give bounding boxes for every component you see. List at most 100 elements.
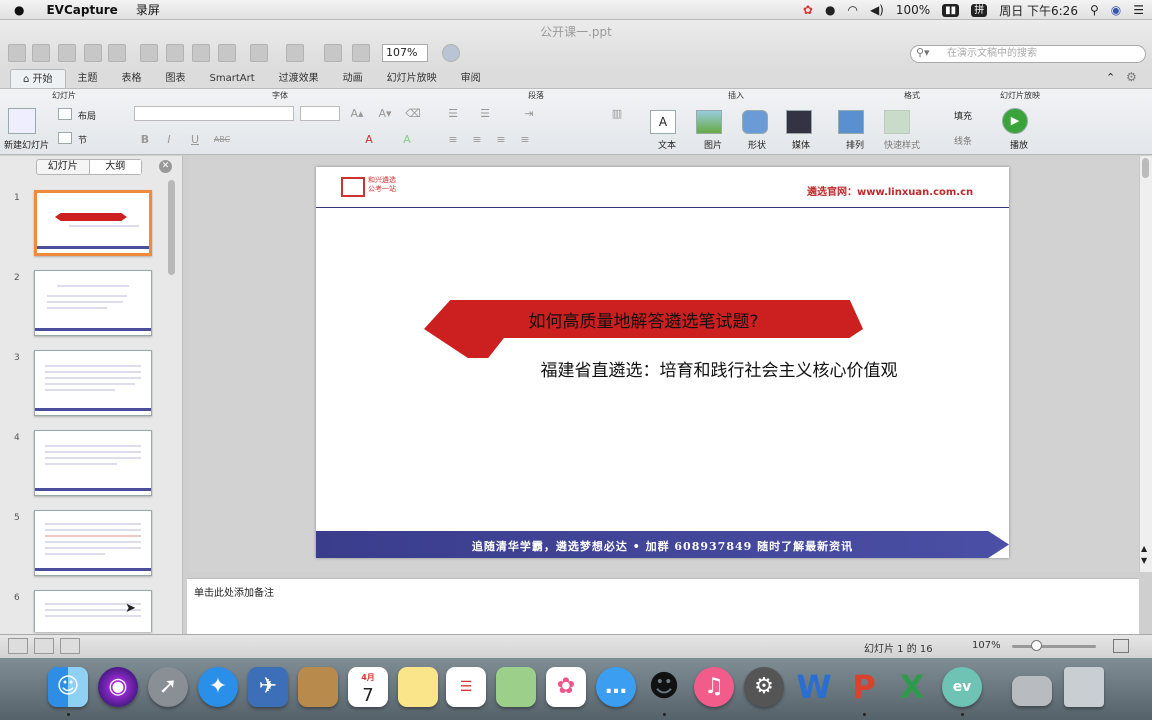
app-name-menu[interactable]: EVCapture <box>46 3 117 17</box>
gallery-icon[interactable] <box>352 44 370 62</box>
notes-app-icon[interactable] <box>298 667 338 707</box>
photo-app-icon[interactable]: ✈ <box>248 667 288 707</box>
italic-button[interactable]: I <box>160 132 178 147</box>
numbering-icon[interactable]: ☰ <box>476 106 494 121</box>
strikethrough-button[interactable]: ABC <box>210 132 234 147</box>
new-slide-icon[interactable] <box>8 108 36 134</box>
ribbon-settings-icon[interactable]: ⚙ <box>1126 70 1137 84</box>
photos-icon[interactable]: ✿ <box>546 667 586 707</box>
slide-thumbnail-5[interactable] <box>34 510 152 576</box>
play-icon[interactable]: ▶ <box>1002 108 1028 134</box>
font-size-select[interactable] <box>300 106 340 121</box>
indent-icon[interactable]: ⇥ <box>520 106 538 121</box>
zoom-select[interactable]: 107% <box>382 44 428 62</box>
picture-button[interactable]: 图片 <box>704 138 722 151</box>
word-icon[interactable]: W <box>794 667 834 707</box>
play-button[interactable]: 播放 <box>1010 138 1028 151</box>
text-box-icon[interactable]: A <box>650 110 676 134</box>
font-name-select[interactable] <box>134 106 294 121</box>
arrange-button[interactable]: 排列 <box>846 138 864 151</box>
search-input[interactable]: 在演示文稿中的搜索 <box>910 45 1146 63</box>
list-icon[interactable]: ☰ <box>1133 3 1144 17</box>
template-icon[interactable] <box>32 44 50 62</box>
clear-format-icon[interactable]: ⌫ <box>404 106 422 121</box>
input-method-icon[interactable]: 拼 <box>971 3 988 17</box>
slide-thumbnail-3[interactable] <box>34 350 152 416</box>
justify-icon[interactable]: ≡ <box>516 132 534 147</box>
slide-title[interactable]: 如何高质量地解答遴选笔试题? <box>424 307 863 332</box>
user-icon[interactable]: ◉ <box>1111 3 1121 17</box>
clock[interactable]: 周日 下午6:26 <box>999 2 1078 19</box>
finder-icon[interactable]: ☺ <box>48 667 88 707</box>
highlight-icon[interactable]: A <box>398 132 416 147</box>
tab-slideshow[interactable]: 幻灯片放映 <box>375 69 449 88</box>
tab-slides-view[interactable]: 幻灯片 <box>37 160 89 174</box>
calendar-icon[interactable]: 4月 7 <box>348 667 388 707</box>
sorter-view-icon[interactable] <box>34 638 54 654</box>
notes-pane[interactable] <box>187 578 1139 634</box>
zoom-slider-knob[interactable] <box>1031 640 1042 651</box>
shape-icon[interactable] <box>742 110 768 134</box>
sidebar-toggle-icon[interactable] <box>324 44 342 62</box>
new-slide-button[interactable]: 新建幻灯片 <box>4 138 49 151</box>
reminders-icon[interactable]: ☰ <box>446 667 486 707</box>
navigator-scrollbar[interactable] <box>168 180 175 275</box>
notification-icon[interactable]: ● <box>825 3 835 17</box>
copy-icon[interactable] <box>166 44 184 62</box>
open-icon[interactable] <box>58 44 76 62</box>
presenter-view-icon[interactable] <box>60 638 80 654</box>
launchpad-icon[interactable]: ➚ <box>148 667 188 707</box>
bullets-icon[interactable]: ☰ <box>444 106 462 121</box>
quick-styles-icon[interactable] <box>884 110 910 134</box>
normal-view-icon[interactable] <box>8 638 28 654</box>
text-button[interactable]: 文本 <box>658 138 676 151</box>
section-button[interactable]: 节 <box>78 133 87 146</box>
battery-icon[interactable]: ▮▮ <box>942 3 960 17</box>
undo-icon[interactable] <box>250 44 268 62</box>
slide-thumbnail-1[interactable] <box>34 190 152 256</box>
bold-button[interactable]: B <box>136 132 154 147</box>
columns-icon[interactable]: ▥ <box>608 106 626 121</box>
cut-icon[interactable] <box>140 44 158 62</box>
next-slide-icon[interactable]: ▼ <box>1141 556 1147 565</box>
paste-icon[interactable] <box>192 44 210 62</box>
tab-transitions[interactable]: 过渡效果 <box>267 69 331 88</box>
zoom-slider[interactable] <box>1012 645 1096 648</box>
align-center-icon[interactable]: ≡ <box>468 132 486 147</box>
powerpoint-icon[interactable]: P <box>844 667 884 707</box>
spotlight-icon[interactable]: ⚲ <box>1090 3 1099 17</box>
layout-button[interactable]: 布局 <box>78 109 96 122</box>
line-button[interactable]: 线条 <box>954 134 972 147</box>
wifi-icon[interactable]: ◠ <box>847 3 857 17</box>
slide-thumbnail-2[interactable] <box>34 270 152 336</box>
prev-slide-icon[interactable]: ▲ <box>1141 544 1147 553</box>
qq-icon[interactable]: ☻ <box>644 667 684 707</box>
redo-icon[interactable] <box>286 44 304 62</box>
quick-styles-button[interactable]: 快速样式 <box>884 138 920 151</box>
fit-window-icon[interactable] <box>1113 639 1129 653</box>
close-panel-icon[interactable]: ✕ <box>159 160 172 173</box>
new-doc-icon[interactable] <box>8 44 26 62</box>
collapse-ribbon-icon[interactable]: ⌃ <box>1106 71 1115 84</box>
shrink-font-icon[interactable]: A▾ <box>376 106 394 121</box>
volume-icon[interactable]: ◀) <box>870 3 884 17</box>
layout-icon[interactable] <box>58 108 72 120</box>
downloads-icon[interactable] <box>1012 676 1052 706</box>
canvas-scrollbar[interactable] <box>1139 156 1152 572</box>
excel-icon[interactable]: X <box>892 667 932 707</box>
align-left-icon[interactable]: ≡ <box>444 132 462 147</box>
media-button[interactable]: 媒体 <box>792 138 810 151</box>
underline-button[interactable]: U <box>186 132 204 147</box>
font-color-icon[interactable]: A <box>360 132 378 147</box>
tab-charts[interactable]: 图表 <box>154 69 198 88</box>
help-icon[interactable] <box>442 44 460 62</box>
tab-review[interactable]: 审阅 <box>449 69 493 88</box>
canvas-scroll-thumb[interactable] <box>1142 158 1149 178</box>
itunes-icon[interactable]: ♫ <box>694 667 734 707</box>
media-icon[interactable] <box>786 110 812 134</box>
menu-record[interactable]: 录屏 <box>136 1 160 18</box>
siri-icon[interactable]: ◉ <box>98 667 138 707</box>
tab-smartart[interactable]: SmartArt <box>198 69 267 88</box>
stickies-icon[interactable] <box>398 667 438 707</box>
tab-animations[interactable]: 动画 <box>331 69 375 88</box>
